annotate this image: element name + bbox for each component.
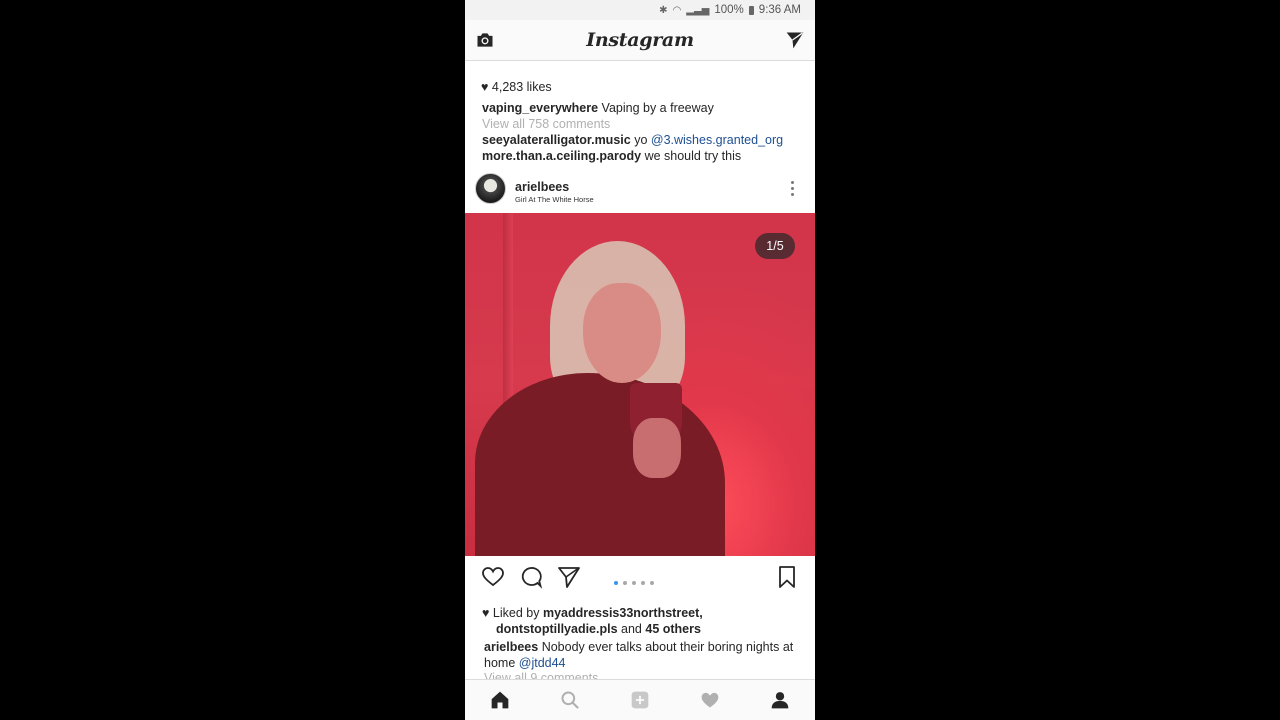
wifi-icon: ◠	[672, 4, 682, 16]
more-options-icon[interactable]	[791, 181, 795, 197]
comment-text: yo	[634, 133, 648, 147]
search-icon[interactable]	[560, 690, 580, 710]
comment-row: more.than.a.ceiling.parody we should try…	[482, 149, 741, 163]
add-post-icon[interactable]	[630, 690, 650, 710]
carousel-dot	[641, 581, 645, 585]
feed: ♥ 4,283 likes vaping_everywhere Vaping b…	[465, 61, 815, 679]
comment-row: seeyalateralligator.music yo @3.wishes.g…	[482, 133, 783, 147]
caption-text: Vaping by a freeway	[601, 101, 714, 115]
comment-mention[interactable]: @3.wishes.granted_org	[651, 133, 783, 147]
battery-icon	[748, 5, 754, 15]
clock: 9:36 AM	[758, 4, 801, 16]
caption-username[interactable]: arielbees	[484, 640, 538, 654]
battery-percent: 100%	[714, 4, 744, 16]
liked-by-others[interactable]: 45 others	[645, 622, 701, 636]
bottom-nav	[465, 679, 815, 720]
carousel-dot	[632, 581, 636, 585]
comment-text: we should try this	[644, 149, 742, 163]
post-actions	[465, 556, 815, 600]
post-header: arielbees Girl At The White Horse	[465, 170, 815, 214]
comment-username[interactable]: more.than.a.ceiling.parody	[482, 149, 641, 163]
top-app-bar: Instagram	[465, 20, 815, 61]
previous-post-caption: vaping_everywhere Vaping by a freeway	[482, 101, 714, 115]
phone-screen: ✱ ◠ ▂▃▅ 100% 9:36 AM Instagram ♥ 4,283 l…	[465, 0, 815, 720]
direct-message-icon[interactable]	[785, 30, 805, 50]
previous-post-likes: ♥ 4,283 likes	[481, 80, 552, 94]
bluetooth-icon: ✱	[659, 4, 668, 16]
post-caption: arielbees Nobody ever talks about their …	[484, 639, 804, 671]
caption-mention[interactable]: @jtdd44	[519, 656, 566, 670]
carousel-dot	[614, 581, 618, 585]
heart-icon[interactable]	[481, 565, 505, 589]
comment-username[interactable]: seeyalateralligator.music	[482, 133, 631, 147]
small-heart-icon: ♥	[481, 80, 489, 94]
view-all-comments-link[interactable]: View all 9 comments	[484, 671, 598, 679]
post-username[interactable]: arielbees	[515, 180, 569, 194]
share-icon[interactable]	[557, 565, 581, 589]
liked-by: ♥ Liked by myaddressis33northstreet, don…	[482, 606, 703, 636]
signal-icon: ▂▃▅	[686, 4, 710, 16]
profile-icon[interactable]	[770, 690, 790, 710]
carousel-dots	[614, 581, 654, 585]
small-heart-icon: ♥	[482, 606, 490, 620]
status-bar: ✱ ◠ ▂▃▅ 100% 9:36 AM	[465, 0, 815, 20]
post-location[interactable]: Girl At The White Horse	[515, 195, 594, 204]
caption-username[interactable]: vaping_everywhere	[482, 101, 598, 115]
view-all-comments-link[interactable]: View all 758 comments	[482, 117, 610, 131]
liked-by-user[interactable]: dontstoptillyadie.pls	[496, 622, 618, 636]
carousel-dot	[623, 581, 627, 585]
carousel-dot	[650, 581, 654, 585]
app-title: Instagram	[586, 29, 694, 51]
avatar[interactable]	[475, 173, 506, 204]
liked-by-user[interactable]: myaddressis33northstreet,	[543, 606, 703, 620]
home-icon[interactable]	[490, 690, 510, 710]
carousel-counter: 1/5	[755, 233, 795, 259]
activity-heart-icon[interactable]	[700, 690, 720, 710]
comment-icon[interactable]	[519, 565, 543, 589]
post-photo[interactable]: 1/5	[465, 213, 815, 556]
bookmark-icon[interactable]	[775, 565, 799, 589]
